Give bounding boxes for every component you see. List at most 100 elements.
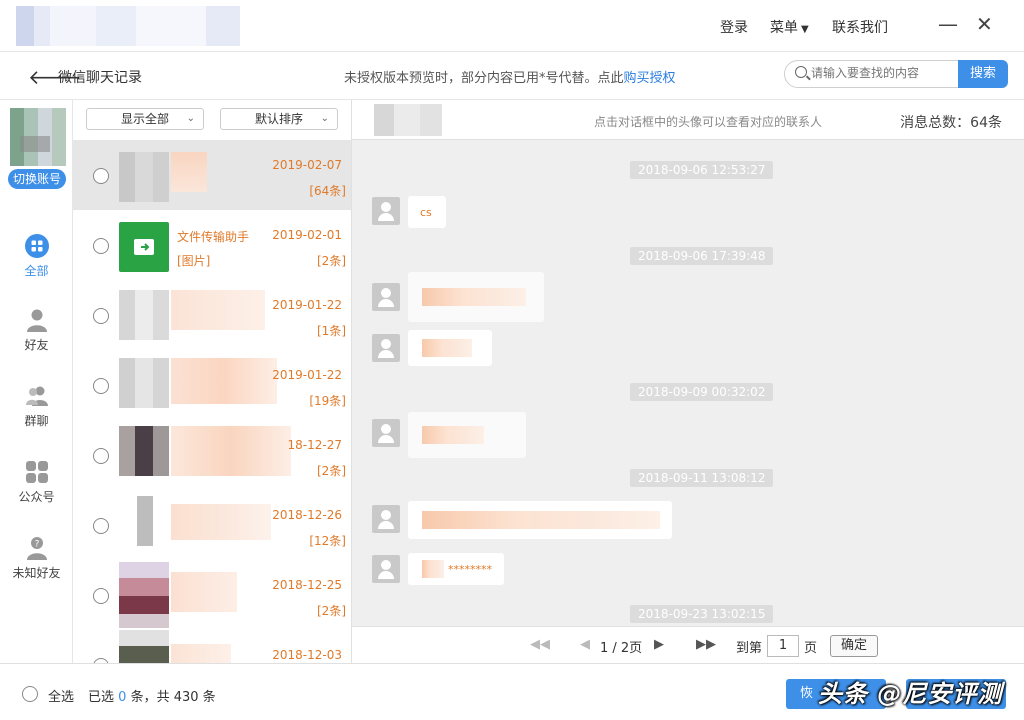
list-item[interactable]: 2019-02-07 [64条]: [73, 140, 351, 210]
row-radio[interactable]: [93, 588, 109, 604]
row-date: 2019-02-01: [272, 228, 342, 242]
avatar[interactable]: [372, 334, 400, 362]
row-radio[interactable]: [93, 238, 109, 254]
sort-label: 默认排序: [254, 112, 303, 126]
row-date: 2018-12-03: [272, 648, 342, 662]
row-radio[interactable]: [93, 168, 109, 184]
next-page-icon[interactable]: ▶: [654, 637, 664, 652]
first-page-icon[interactable]: ◀◀: [530, 637, 550, 652]
avatar[interactable]: [372, 197, 400, 225]
license-notice: 未授权版本预览时，部分内容已用*号代替。点此购买授权: [344, 67, 676, 86]
row-count: [1条]: [317, 324, 346, 338]
sidebar-item-all[interactable]: 全部: [0, 234, 73, 279]
list-item[interactable]: 18-12-27 [2条]: [73, 420, 351, 490]
contact-name-redacted: [171, 426, 291, 476]
sidebar-item-label: 全部: [24, 264, 49, 278]
confirm-button[interactable]: 确定: [830, 635, 878, 657]
contact-name-redacted: [171, 644, 231, 663]
list-item[interactable]: 2018-12-26 [12条]: [73, 490, 351, 560]
sidebar-item-unknown[interactable]: ? 未知好友: [0, 536, 73, 581]
page-number-input[interactable]: 1: [767, 635, 799, 657]
row-radio[interactable]: [93, 308, 109, 324]
avatar[interactable]: [372, 283, 400, 311]
list-item[interactable]: 2018-12-25 [2条]: [73, 560, 351, 630]
select-all-radio[interactable]: [22, 686, 38, 702]
caret-down-icon: ▼: [801, 24, 809, 35]
menu-dropdown[interactable]: 菜单 ▼: [770, 17, 809, 37]
chat-header: 点击对话框中的头像可以查看对应的联系人 消息总数：64条: [352, 100, 1024, 140]
row-count: [12条]: [309, 534, 346, 548]
grid-icon: [24, 234, 49, 258]
row-date: 2018-12-25: [272, 578, 342, 592]
sidebar-item-official[interactable]: 公众号: [0, 460, 73, 505]
selected-prefix: 已选: [88, 690, 115, 705]
prev-page-icon[interactable]: ◀: [580, 637, 590, 652]
chat-bubble: [408, 272, 544, 322]
person-icon: [26, 309, 47, 332]
sidebar: 切换账号 全部 好友 群聊 公众号 ? 未知好友: [0, 100, 73, 663]
switch-account-button[interactable]: 切换账号: [8, 169, 66, 189]
message-redacted: [422, 560, 444, 578]
row-date: 2018-12-26: [272, 508, 342, 522]
search-button[interactable]: 搜索: [958, 60, 1008, 88]
login-link[interactable]: 登录: [720, 17, 748, 37]
filter-dropdown[interactable]: 显示全部 ⌄: [86, 108, 204, 130]
row-radio[interactable]: [93, 448, 109, 464]
chevron-down-icon: ⌄: [320, 113, 329, 124]
list-item[interactable]: 2018-12-03: [73, 630, 351, 663]
row-date: 2019-02-07: [272, 158, 342, 172]
contact-name-redacted: [171, 572, 237, 612]
avatar: [119, 562, 169, 628]
sidebar-item-label: 好友: [24, 338, 49, 352]
chat-bubble: [408, 412, 526, 458]
selection-summary: 已选 0 条，共 430 条: [88, 686, 216, 705]
buy-license-link[interactable]: 购买授权: [624, 71, 676, 86]
last-page-icon[interactable]: ▶▶: [696, 637, 716, 652]
group-icon: [25, 386, 48, 406]
search-icon: [795, 66, 807, 78]
row-radio[interactable]: [93, 518, 109, 534]
sidebar-item-friends[interactable]: 好友: [0, 308, 73, 353]
minimize-icon[interactable]: —: [938, 14, 958, 34]
avatar: [119, 358, 169, 408]
contact-name-redacted: [171, 290, 265, 330]
list-item[interactable]: 文件传输助手 [图片] 2019-02-01 [2条]: [73, 210, 351, 280]
select-all-label[interactable]: 全选: [48, 686, 74, 705]
row-count: [2条]: [317, 254, 346, 268]
message-redacted: [422, 288, 526, 306]
page-unit-label: 页: [804, 641, 818, 656]
row-radio[interactable]: [93, 378, 109, 394]
filter-label: 显示全部: [120, 112, 169, 126]
contact-name-redacted: [171, 358, 277, 404]
contact-name-redacted: [171, 504, 271, 540]
recover-label: 恢: [800, 686, 814, 701]
contact-link[interactable]: 联系我们: [832, 17, 888, 37]
pagination: ◀◀ ◀ 1 / 2页 ▶ ▶▶ 到第 1 页 确定: [352, 626, 1024, 663]
chat-hint: 点击对话框中的头像可以查看对应的联系人: [594, 115, 823, 129]
menu-label: 菜单: [770, 20, 798, 36]
apps-icon: [25, 461, 48, 483]
sort-dropdown[interactable]: 默认排序 ⌄: [220, 108, 338, 130]
avatar[interactable]: [374, 104, 442, 136]
message-preview: [图片]: [177, 254, 211, 268]
sidebar-item-groups[interactable]: 群聊: [0, 384, 73, 429]
timestamp: 2018-09-06 12:53:27: [630, 161, 774, 179]
avatar[interactable]: [372, 505, 400, 533]
avatar[interactable]: [372, 419, 400, 447]
avatar[interactable]: [10, 108, 66, 166]
timestamp: 2018-09-09 00:32:02: [630, 383, 774, 401]
avatar[interactable]: [372, 555, 400, 583]
row-date: 2019-01-22: [272, 298, 342, 312]
svg-text:?: ?: [34, 540, 39, 550]
selected-suffix: 条，共 430 条: [130, 690, 216, 705]
close-icon[interactable]: ✕: [976, 14, 993, 34]
list-item[interactable]: 2019-01-22 [19条]: [73, 350, 351, 420]
license-notice-text: 未授权版本预览时，部分内容已用*号代替。点此: [344, 71, 624, 86]
message-text: cs: [420, 206, 432, 219]
message-redacted: [422, 511, 660, 529]
list-item[interactable]: 2019-01-22 [1条]: [73, 280, 351, 350]
watermark: 头条 @尼安评测: [818, 680, 1003, 708]
search-input[interactable]: [811, 66, 951, 80]
conversation-list: 显示全部 ⌄ 默认排序 ⌄ 2019-02-07 [64条] 文件传输助手 [图片]…: [73, 100, 352, 663]
search-box[interactable]: [784, 60, 960, 88]
